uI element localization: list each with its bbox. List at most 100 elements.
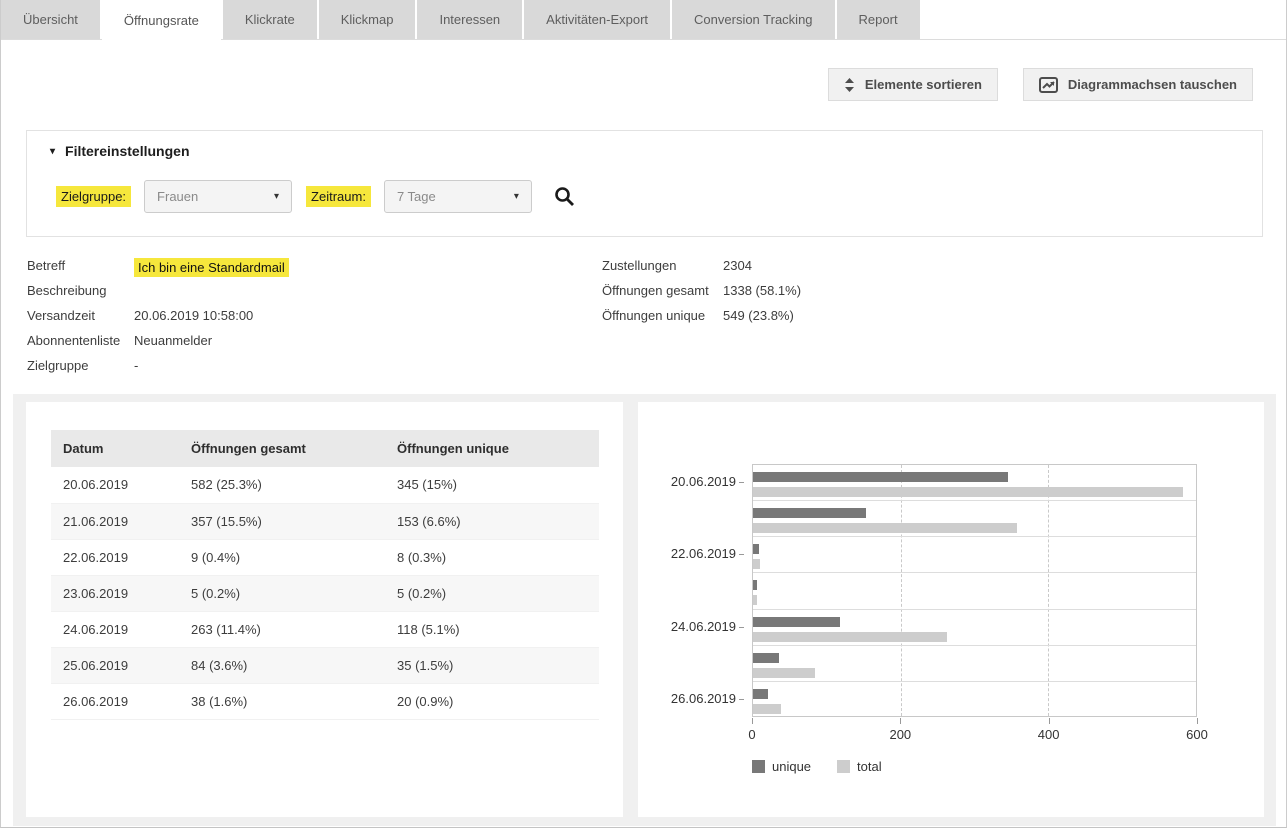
open-rate-report-page: ÜbersichtÖffnungsrateKlickrateKlickmapIn… — [0, 0, 1287, 828]
table-header-ffnungen-unique: Öffnungen unique — [385, 430, 599, 467]
detail-label: Öffnungen gesamt — [602, 283, 723, 298]
bar-total-24-06-2019 — [753, 632, 947, 642]
table-cell: 20.06.2019 — [51, 467, 179, 503]
tab-klickmap[interactable]: Klickmap — [319, 0, 416, 39]
detail-value: Neuanmelder — [134, 333, 212, 348]
table-row: 20.06.2019582 (25.3%)345 (15%) — [51, 467, 599, 503]
bar-total-21-06-2019 — [753, 523, 1017, 533]
legend-item-total: total — [837, 759, 882, 774]
detail-value: 2304 — [723, 258, 752, 273]
table-row: 21.06.2019357 (15.5%)153 (6.6%) — [51, 503, 599, 539]
detail-label: Zustellungen — [602, 258, 723, 273]
detail-row-abonnentenliste: AbonnentenlisteNeuanmelder — [27, 333, 587, 358]
tab-ffnungsrate[interactable]: Öffnungsrate — [102, 0, 221, 40]
table-cell: 9 (0.4%) — [179, 539, 385, 575]
chart-plot-area — [752, 464, 1197, 717]
detail-value: Ich bin eine Standardmail — [134, 258, 289, 277]
x-axis-tick — [752, 718, 753, 724]
table-cell: 5 (0.2%) — [385, 575, 599, 611]
y-axis-tick — [739, 699, 744, 700]
y-axis-tick — [739, 554, 744, 555]
table-cell: 5 (0.2%) — [179, 575, 385, 611]
detail-value: 549 (23.8%) — [723, 308, 794, 323]
swap-chart-axes-label: Diagrammachsen tauschen — [1068, 77, 1237, 92]
table-cell: 22.06.2019 — [51, 539, 179, 575]
zielgruppe-label: Zielgruppe: — [56, 186, 131, 207]
zielgruppe-selected-value: Frauen — [157, 189, 198, 204]
bar-unique-22-06-2019 — [753, 544, 759, 554]
chart-band-23-06-2019 — [753, 573, 1196, 609]
zeitraum-label: Zeitraum: — [306, 186, 371, 207]
bar-total-23-06-2019 — [753, 595, 757, 605]
tab-klickrate[interactable]: Klickrate — [223, 0, 317, 39]
filter-panel: ▾ Filtereinstellungen Zielgruppe:Frauen▾… — [26, 130, 1263, 237]
legend-item-unique: unique — [752, 759, 811, 774]
legend-label: total — [857, 759, 882, 774]
legend-label: unique — [772, 759, 811, 774]
y-axis-label: 20.06.2019 — [671, 474, 736, 490]
detail-value: - — [134, 358, 138, 373]
detail-row-ffnungen-unique: Öffnungen unique549 (23.8%) — [602, 308, 1022, 333]
tab-bar: ÜbersichtÖffnungsrateKlickrateKlickmapIn… — [1, 0, 1286, 40]
detail-row-versandzeit: Versandzeit20.06.2019 10:58:00 — [27, 308, 587, 333]
zeitraum-select[interactable]: 7 Tage▾ — [384, 180, 532, 213]
mailing-details-left: BetreffIch bin eine StandardmailBeschrei… — [27, 258, 587, 383]
tab-bersicht[interactable]: Übersicht — [1, 0, 100, 39]
chart-y-axis: 20.06.201922.06.201924.06.201926.06.2019 — [638, 464, 751, 717]
openings-bar-chart: 20.06.201922.06.201924.06.201926.06.2019… — [638, 402, 1264, 817]
line-chart-icon — [1039, 77, 1058, 93]
table-cell: 582 (25.3%) — [179, 467, 385, 503]
legend-swatch-unique — [752, 760, 765, 773]
swap-chart-axes-button[interactable]: Diagrammachsen tauschen — [1023, 68, 1253, 101]
search-button[interactable] — [554, 186, 575, 207]
bar-unique-25-06-2019 — [753, 653, 779, 663]
sort-elements-button[interactable]: Elemente sortieren — [828, 68, 998, 101]
search-icon — [554, 186, 575, 207]
detail-row-zustellungen: Zustellungen2304 — [602, 258, 1022, 283]
y-axis-label: 24.06.2019 — [671, 619, 736, 635]
filter-heading-label: Filtereinstellungen — [65, 143, 189, 159]
y-axis-tick — [739, 482, 744, 483]
table-cell: 153 (6.6%) — [385, 503, 599, 539]
mailing-details-right: Zustellungen2304Öffnungen gesamt1338 (58… — [602, 258, 1022, 333]
legend-swatch-total — [837, 760, 850, 773]
tab-interessen[interactable]: Interessen — [417, 0, 522, 39]
toolbar: Elemente sortieren Diagrammachsen tausch… — [828, 68, 1253, 101]
chart-band-20-06-2019 — [753, 465, 1196, 501]
sort-elements-label: Elemente sortieren — [865, 77, 982, 92]
chart-band-22-06-2019 — [753, 537, 1196, 573]
table-row: 26.06.201938 (1.6%)20 (0.9%) — [51, 683, 599, 719]
openings-table: DatumÖffnungen gesamtÖffnungen unique 20… — [51, 430, 599, 720]
table-row: 23.06.20195 (0.2%)5 (0.2%) — [51, 575, 599, 611]
collapse-caret-icon: ▾ — [50, 146, 55, 157]
table-row: 25.06.201984 (3.6%)35 (1.5%) — [51, 647, 599, 683]
tab-report[interactable]: Report — [837, 0, 920, 39]
table-row: 22.06.20199 (0.4%)8 (0.3%) — [51, 539, 599, 575]
table-cell: 8 (0.3%) — [385, 539, 599, 575]
table-header-ffnungen-gesamt: Öffnungen gesamt — [179, 430, 385, 467]
table-cell: 35 (1.5%) — [385, 647, 599, 683]
results-section: DatumÖffnungen gesamtÖffnungen unique 20… — [13, 394, 1276, 826]
detail-row-betreff: BetreffIch bin eine Standardmail — [27, 258, 587, 283]
bar-unique-23-06-2019 — [753, 580, 757, 590]
detail-row-beschreibung: Beschreibung — [27, 283, 587, 308]
tab-aktivit-ten-export[interactable]: Aktivitäten-Export — [524, 0, 670, 39]
chart-band-25-06-2019 — [753, 646, 1196, 682]
x-axis-label: 600 — [1186, 727, 1208, 742]
bar-unique-21-06-2019 — [753, 508, 866, 518]
table-cell: 357 (15.5%) — [179, 503, 385, 539]
chart-band-21-06-2019 — [753, 501, 1196, 537]
x-axis-label: 200 — [889, 727, 911, 742]
y-axis-tick — [739, 627, 744, 628]
table-cell: 26.06.2019 — [51, 683, 179, 719]
chart-legend: unique total — [752, 759, 882, 774]
openings-table-card: DatumÖffnungen gesamtÖffnungen unique 20… — [26, 402, 623, 817]
chart-band-26-06-2019 — [753, 682, 1196, 718]
table-cell: 20 (0.9%) — [385, 683, 599, 719]
tab-conversion-tracking[interactable]: Conversion Tracking — [672, 0, 835, 39]
filter-section-toggle[interactable]: ▾ Filtereinstellungen — [50, 143, 190, 159]
table-cell: 21.06.2019 — [51, 503, 179, 539]
y-axis-label: 22.06.2019 — [671, 546, 736, 562]
table-cell: 23.06.2019 — [51, 575, 179, 611]
zielgruppe-select[interactable]: Frauen▾ — [144, 180, 292, 213]
